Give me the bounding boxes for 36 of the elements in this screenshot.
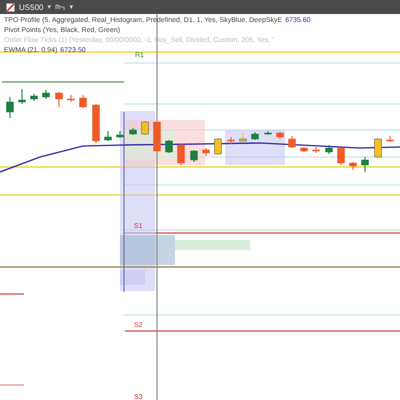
candle	[18, 88, 26, 104]
candle	[337, 146, 345, 166]
candle	[227, 136, 235, 144]
candle	[202, 148, 210, 156]
candle	[214, 138, 222, 156]
candle	[104, 130, 112, 142]
symbol-icon[interactable]	[6, 2, 15, 12]
candle	[42, 90, 50, 100]
candle	[312, 146, 320, 154]
candle	[325, 144, 333, 154]
candle	[79, 94, 87, 108]
candle	[55, 92, 63, 108]
candle	[67, 94, 75, 102]
candle	[361, 156, 369, 172]
candle	[251, 132, 259, 140]
candle	[239, 132, 247, 142]
candle	[116, 130, 124, 138]
candle	[300, 146, 308, 152]
candle	[177, 144, 185, 166]
symbol-name[interactable]: US500	[19, 2, 44, 12]
candle	[92, 104, 100, 144]
candle	[276, 132, 284, 140]
candle	[153, 120, 161, 152]
candle	[288, 136, 296, 148]
candle	[349, 162, 357, 170]
candle	[6, 96, 14, 118]
candle	[386, 136, 394, 142]
candle	[374, 138, 382, 158]
candle	[165, 140, 173, 154]
candle	[190, 150, 198, 162]
candle	[141, 120, 149, 136]
candle	[129, 128, 137, 136]
candle	[30, 94, 38, 102]
price-level-line	[0, 384, 24, 386]
timeframe-icon[interactable]	[55, 3, 66, 11]
profile-bar	[225, 130, 285, 165]
